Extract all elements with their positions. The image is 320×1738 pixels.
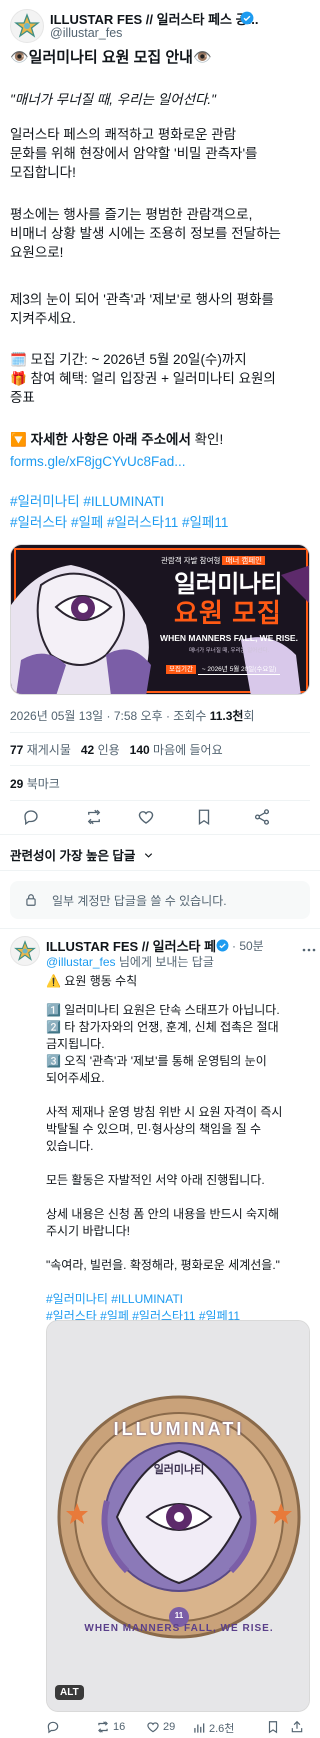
form-link[interactable]: forms.gle/xF8jgCYvUc8Fad... [10, 452, 186, 471]
badge-bottom-text: WHEN MANNERS FALL, WE RISE. [84, 1623, 274, 1634]
likes-stat[interactable]: 140 마음에 들어요 [130, 743, 223, 757]
bookmark-button[interactable] [195, 808, 213, 831]
rule-3: 3️⃣ 오직 '관측'과 '제보'를 통해 운영팀의 눈이 [46, 1054, 267, 1068]
repost-icon [98, 1721, 108, 1733]
author-handle[interactable]: @illustar_fes [50, 26, 122, 40]
divider [0, 834, 320, 835]
reply-time[interactable]: · 50분 [232, 937, 264, 954]
banner-subtitle-ko: 매너가 무너질 때, 우리는 일어선다. [188, 648, 269, 654]
bookmarks-stat[interactable]: 29 북마크 [10, 775, 60, 792]
bookmark-icon [268, 1721, 278, 1734]
verified-badge-icon [240, 10, 254, 28]
post-recruit-info: 🗓️ 모집 기간: ~ 2026년 5월 20일(수)까지 🎁 참여 혜택: 얼리… [10, 352, 276, 405]
heart-icon [138, 811, 154, 824]
reply-author-avatar[interactable] [10, 936, 40, 966]
reply-reply-button[interactable] [46, 1720, 63, 1734]
reposts-stat[interactable]: 77 재게시물 [10, 743, 71, 757]
divider [10, 800, 310, 801]
reply-sort-dropdown[interactable]: 관련성이 가장 높은 답글 [10, 845, 154, 864]
chevron-down-icon [144, 853, 153, 858]
reply-like-button[interactable]: 29 [146, 1720, 175, 1734]
banner-period: 모집기간 ~ 2026년 5월 20일(수요일) [166, 663, 281, 675]
post-title: 👁️일러미나티 요원 모집 안내👁️ [10, 49, 212, 66]
badge-illustration [47, 1321, 309, 1711]
repost-button[interactable] [85, 808, 103, 831]
reply-share-button[interactable] [290, 1720, 304, 1738]
reply-to-handle[interactable]: @illustar_fes [46, 955, 116, 969]
share-icon [254, 809, 270, 825]
recruit-banner-image[interactable]: 관람객 자발 참여형 매너 캠페인 일러미나티 요원 모집 WHEN MANNE… [10, 544, 310, 695]
reply-button[interactable] [22, 808, 40, 831]
post-timestamp[interactable]: 2026년 05월 13일 · 7:58 오후 · 조회수 11.3천회 [10, 707, 255, 724]
reply-repost-button[interactable]: 16 [96, 1720, 125, 1734]
reply-to-line: @illustar_fes 님에게 보내는 답글 [46, 955, 214, 969]
reply-restriction-notice: 일부 계정만 답글을 쓸 수 있습니다. [10, 881, 310, 919]
reply-bookmark-button[interactable] [266, 1720, 280, 1738]
post-quote: "매너가 무너질 때, 우리는 일어선다." [10, 92, 216, 107]
banner-subtitle: WHEN MANNERS FALL, WE RISE. [160, 633, 298, 643]
repost-icon [87, 809, 101, 825]
reply-icon [24, 810, 38, 826]
share-icon [291, 1720, 303, 1733]
rule-1: 1️⃣ 일러미나티 요원은 단속 스태프가 아닙니다. [46, 1003, 280, 1017]
more-options-button[interactable] [302, 940, 316, 958]
engagement-stats: 77 재게시물 42 인용 140 마음에 들어요 [10, 741, 223, 758]
badge-inner-text: 일러미나티 [153, 1464, 205, 1476]
post-paragraph-2: 평소에는 행사를 즐기는 평범한 관람객으로, 비매너 상황 발생 시에는 조용히… [10, 207, 281, 260]
badge-image[interactable]: ILLUMINATI 일러미나티 WHEN MANNERS FALL, WE R… [46, 1320, 310, 1712]
verified-badge-icon [216, 937, 229, 955]
quotes-stat[interactable]: 42 인용 [81, 743, 120, 757]
views-chart-icon [194, 1723, 205, 1733]
share-button[interactable] [253, 808, 271, 831]
post-detail-line: 🔽 자세한 사항은 아래 주소에서 확인! [10, 432, 224, 447]
post-paragraph-1: 일러스타 페스의 쾌적하고 평화로운 관람 문화를 위해 현장에서 암약할 '비밀… [10, 127, 258, 180]
star-logo-icon [14, 13, 40, 38]
like-button[interactable] [137, 808, 155, 831]
rule-2: 2️⃣ 타 참가자와의 언쟁, 훈계, 신체 접촉은 절대 [46, 1020, 279, 1034]
reply-hashtags-1[interactable]: #일러미나티 #ILLUMINATI [46, 1291, 316, 1308]
divider [10, 732, 310, 733]
divider [0, 870, 320, 871]
banner-title-1: 일러미나티 [174, 571, 282, 598]
alt-text-button[interactable]: ALT [55, 1685, 84, 1700]
banner-title-2: 요원 모집 [174, 598, 282, 628]
star-logo-icon [14, 940, 36, 961]
banner-top-tag: 관람객 자발 참여형 매너 캠페인 [161, 555, 266, 566]
badge-top-text: ILLUMINATI [113, 1419, 245, 1439]
more-dots-icon [302, 948, 316, 952]
post-hashtags-1[interactable]: #일러미나티 #ILLUMINATI [10, 492, 164, 511]
badge-number: 11 [174, 1611, 184, 1620]
heart-icon [147, 1722, 159, 1733]
reply-heading: ⚠️ 요원 행동 수칙 [46, 974, 138, 988]
reply-views-button[interactable]: 2.6천 [192, 1720, 234, 1736]
divider [0, 928, 320, 929]
post-hashtags-2[interactable]: #일러스타 #일페 #일러스타11 #일페11 [10, 513, 228, 532]
reply-body: ⚠️ 요원 행동 수칙 1️⃣ 일러미나티 요원은 단속 스태프가 아닙니다. … [46, 973, 316, 1325]
author-avatar[interactable] [10, 9, 44, 43]
divider [10, 765, 310, 766]
reply-icon [47, 1721, 59, 1734]
bookmark-icon [198, 809, 210, 826]
lock-icon [26, 894, 36, 906]
post-paragraph-3: 제3의 눈이 되어 '관측'과 '제보'로 행사의 평화를 지켜주세요. [10, 292, 274, 326]
